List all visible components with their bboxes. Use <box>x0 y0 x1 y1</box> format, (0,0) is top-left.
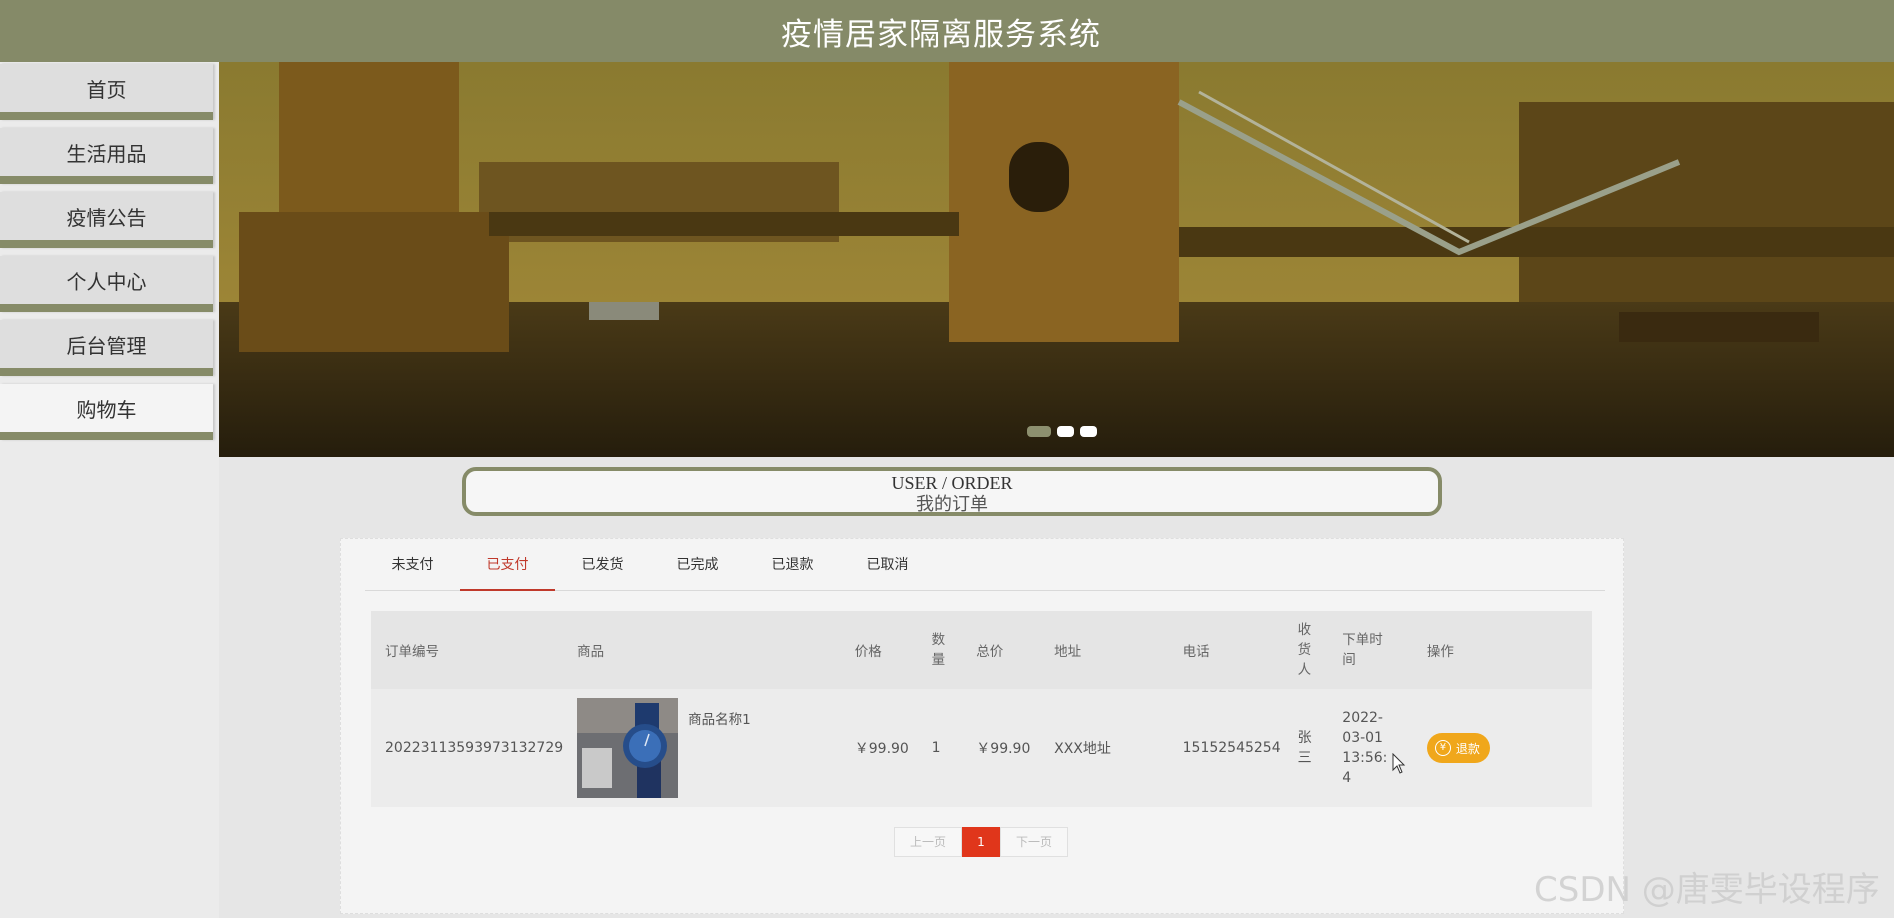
product-name[interactable]: 商品名称1 <box>688 698 751 728</box>
receiver-cell: 张三 <box>1284 689 1329 807</box>
price-cell: ￥99.90 <box>854 741 909 757</box>
col-header-phone: 电话 <box>1182 644 1210 660</box>
phone-cell: 15152545254 <box>1182 740 1281 756</box>
pagination: 上一页 1 下一页 <box>894 827 1068 857</box>
action-cell: ¥ 退款 <box>1413 689 1592 807</box>
col-header-total: 总价 <box>976 644 1004 660</box>
carousel-dot-3[interactable] <box>1080 426 1097 437</box>
tab-unpaid[interactable]: 未支付 <box>365 539 460 591</box>
banner-carousel <box>219 62 1894 457</box>
tab-paid[interactable]: 已支付 <box>460 539 555 591</box>
order-status-tabs: 未支付 已支付 已发货 已完成 已退款 已取消 <box>365 539 1605 591</box>
tab-shipped[interactable]: 已发货 <box>555 539 650 591</box>
site-header: 疫情居家隔离服务系统 <box>0 0 1894 62</box>
nav-item-personal-center[interactable]: 个人中心 <box>0 256 213 312</box>
col-header-order-no: 订单编号 <box>385 644 439 660</box>
watermark: CSDN @唐雯毕设程序 <box>1534 870 1880 910</box>
product-cell: 商品名称1 <box>563 689 841 807</box>
carousel-dot-1[interactable] <box>1027 426 1051 437</box>
nav-item-home[interactable]: 首页 <box>0 64 213 120</box>
prev-page-button[interactable]: 上一页 <box>894 827 962 857</box>
col-header-order-time-text: 下单时间 <box>1342 632 1383 668</box>
orders-table: 订单编号 商品 价格 数量 总价 地址 电话 收货人 下单时间 操作 20223… <box>371 611 1592 807</box>
tab-cancelled[interactable]: 已取消 <box>840 539 935 591</box>
table-row: 20223113593973132729 商品名称1 ￥99.90 1 ￥99.… <box>371 689 1592 807</box>
tab-completed[interactable]: 已完成 <box>650 539 745 591</box>
order-time-cell: 2022-03-01 13:56:4 <box>1328 689 1413 807</box>
page-1-button[interactable]: 1 <box>962 827 1000 857</box>
nav-item-daily-goods[interactable]: 生活用品 <box>0 128 213 184</box>
tab-refunded[interactable]: 已退款 <box>745 539 840 591</box>
col-header-address: 地址 <box>1054 644 1082 660</box>
order-time-text: 2022-03-01 13:56:4 <box>1342 710 1388 786</box>
banner-image <box>219 62 1894 457</box>
receiver-text: 张三 <box>1297 730 1312 766</box>
col-header-product: 商品 <box>577 644 605 660</box>
orders-panel: 未支付 已支付 已发货 已完成 已退款 已取消 订单编号 商品 价格 数量 总价… <box>340 538 1624 914</box>
product-thumbnail[interactable] <box>577 698 679 798</box>
order-no-cell: 20223113593973132729 <box>385 740 564 756</box>
section-title-box: USER / ORDER 我的订单 <box>462 467 1442 516</box>
sidebar: 首页 生活用品 疫情公告 个人中心 后台管理 购物车 <box>0 62 219 918</box>
total-cell: ￥99.90 <box>976 741 1031 757</box>
nav-item-cart[interactable]: 购物车 <box>0 384 213 440</box>
section-title-en: USER / ORDER <box>891 473 1013 493</box>
nav-item-announcements[interactable]: 疫情公告 <box>0 192 213 248</box>
refund-label: 退款 <box>1455 741 1480 756</box>
section-title-cn: 我的订单 <box>916 494 988 515</box>
col-header-price: 价格 <box>854 644 882 660</box>
col-header-action: 操作 <box>1426 644 1454 660</box>
col-header-receiver-text: 收货人 <box>1297 622 1312 678</box>
next-page-button[interactable]: 下一页 <box>1000 827 1068 857</box>
col-header-receiver: 收货人 <box>1284 611 1329 689</box>
mouse-cursor-icon <box>1392 753 1406 774</box>
col-header-qty-text: 数量 <box>931 632 946 668</box>
site-title: 疫情居家隔离服务系统 <box>781 16 1101 53</box>
table-header-row: 订单编号 商品 价格 数量 总价 地址 电话 收货人 下单时间 操作 <box>371 611 1592 689</box>
yen-icon: ¥ <box>1434 740 1451 756</box>
address-cell: XXX地址 <box>1054 741 1111 757</box>
qty-cell: 1 <box>931 740 941 756</box>
col-header-qty: 数量 <box>918 611 963 689</box>
nav-item-admin[interactable]: 后台管理 <box>0 320 213 376</box>
carousel-dot-2[interactable] <box>1057 426 1074 437</box>
carousel-dots <box>1027 426 1097 437</box>
col-header-order-time: 下单时间 <box>1328 611 1413 689</box>
refund-button[interactable]: ¥ 退款 <box>1426 733 1490 763</box>
